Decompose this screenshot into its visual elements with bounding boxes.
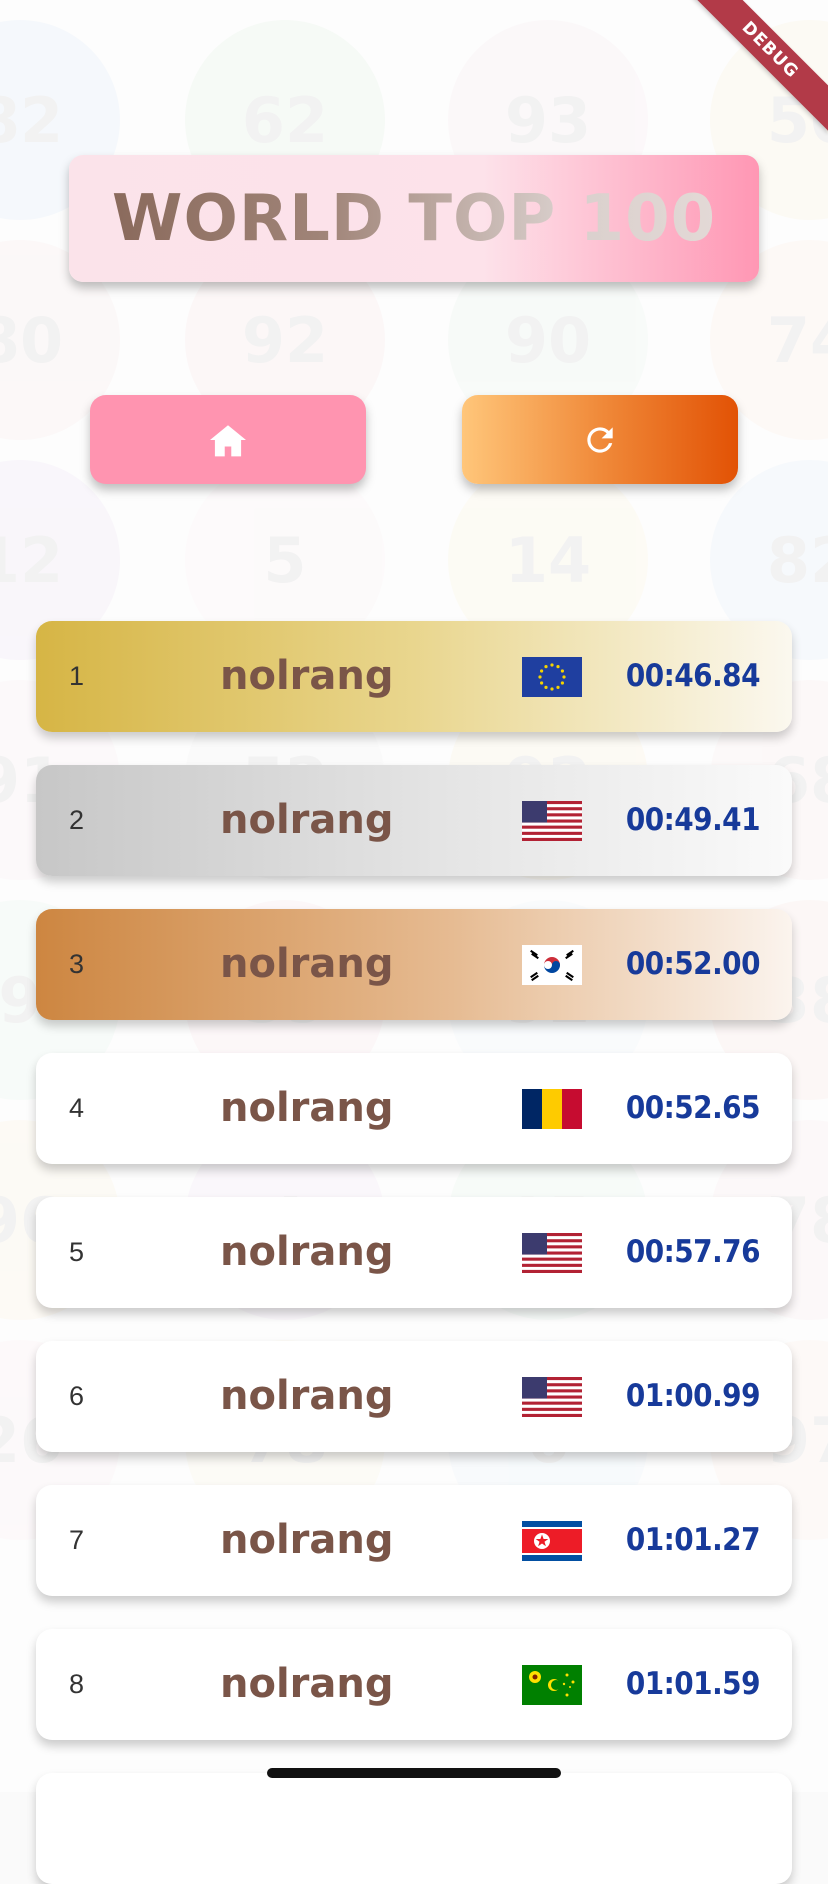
player-name: nolrang [220, 1661, 394, 1707]
finish-time: 00:52.65 [625, 1090, 761, 1126]
refresh-icon [587, 426, 613, 453]
leaderboard-row[interactable]: 3 nolrang 00:52.00 [36, 909, 792, 1020]
leaderboard-row[interactable]: 8 nolrang 01:01.59 [36, 1629, 792, 1740]
home-indicator[interactable] [267, 1768, 561, 1778]
rank-number: 3 [69, 949, 85, 979]
leaderboard-row-partial[interactable] [36, 1773, 792, 1884]
player-name: nolrang [220, 1085, 394, 1131]
player-name: nolrang [220, 797, 394, 843]
flag-td-icon [522, 1089, 582, 1129]
flag-us-icon [522, 1233, 582, 1273]
player-name: nolrang [220, 1229, 394, 1275]
leaderboard-row[interactable]: 6 nolrang 01:00.99 [36, 1341, 792, 1452]
rank-number: 6 [69, 1381, 85, 1411]
flag-us-icon [522, 801, 582, 841]
finish-time: 01:00.99 [625, 1378, 761, 1414]
flag-kp-icon [522, 1521, 582, 1561]
leaderboard-row[interactable]: 5 nolrang 00:57.76 [36, 1197, 792, 1308]
flag-cc-icon [522, 1665, 582, 1705]
rank-number: 7 [69, 1525, 85, 1555]
finish-time: 00:57.76 [625, 1234, 761, 1270]
leaderboard-row[interactable]: 2 nolrang 00:49.41 [36, 765, 792, 876]
finish-time: 01:01.59 [625, 1666, 761, 1702]
finish-time: 01:01.27 [625, 1522, 761, 1558]
flag-kr-icon [522, 945, 582, 985]
leaderboard-row[interactable]: 1 nolrang 00:46.84 [36, 621, 792, 732]
page-title: WORLD TOP 100 [111, 181, 717, 256]
player-name: nolrang [220, 1517, 394, 1563]
home-button[interactable] [90, 395, 366, 484]
home-icon [210, 424, 246, 456]
rank-number: 5 [69, 1237, 85, 1267]
rank-number: 1 [69, 661, 85, 691]
rank-number: 8 [69, 1669, 85, 1699]
flag-us-icon [522, 1377, 582, 1417]
flag-eu-icon [522, 657, 582, 697]
refresh-button[interactable] [462, 395, 738, 484]
player-name: nolrang [220, 653, 394, 699]
rank-number: 2 [69, 805, 85, 835]
finish-time: 00:49.41 [625, 802, 761, 838]
title-banner: WORLD TOP 100 [69, 155, 759, 282]
player-name: nolrang [220, 941, 394, 987]
leaderboard-row[interactable]: 4 nolrang 00:52.65 [36, 1053, 792, 1164]
leaderboard-row[interactable]: 7 nolrang 01:01.27 [36, 1485, 792, 1596]
finish-time: 00:52.00 [625, 946, 761, 982]
finish-time: 00:46.84 [625, 658, 761, 694]
player-name: nolrang [220, 1373, 394, 1419]
rank-number: 4 [69, 1093, 85, 1123]
